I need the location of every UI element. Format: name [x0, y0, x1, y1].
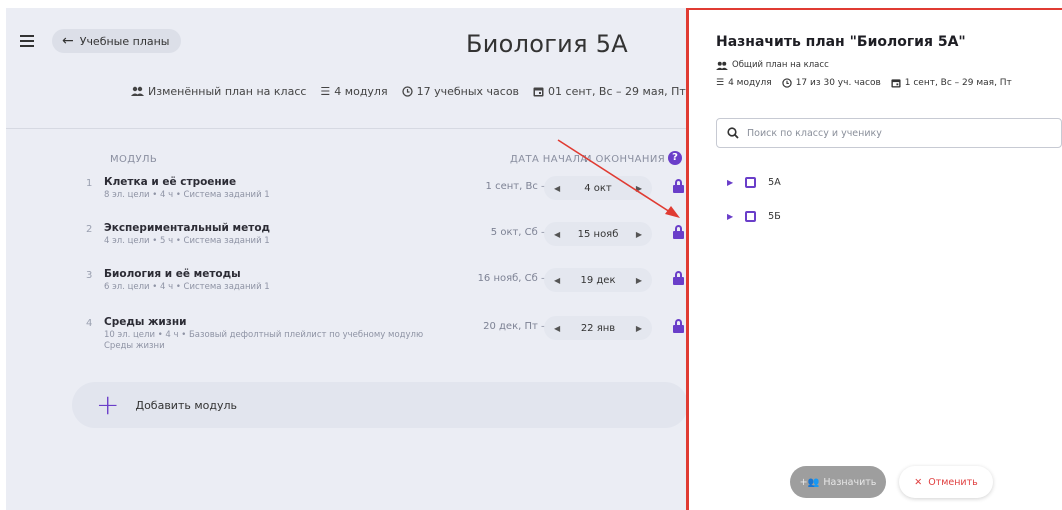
- module-number: 2: [86, 224, 93, 235]
- add-module-label: Добавить модуль: [135, 398, 237, 412]
- hours-count-label: 17 учебных часов: [416, 84, 520, 98]
- plan-type-label: Изменённый план на класс: [148, 84, 307, 98]
- module-details: 8 эл. цели • 4 ч • Система заданий 1: [104, 190, 270, 200]
- module-start-date: 16 нояб, Сб –: [477, 273, 546, 284]
- lock-icon[interactable]: [673, 319, 684, 333]
- class-label: 5А: [768, 176, 781, 188]
- lock-icon[interactable]: [673, 225, 684, 239]
- panel-modules: ☰ 4 модуля: [716, 78, 772, 88]
- help-icon[interactable]: ?: [668, 151, 682, 165]
- module-end-date: 22 янв: [580, 322, 616, 334]
- caret-left-icon[interactable]: ◀: [554, 324, 560, 333]
- module-row[interactable]: 1 Клетка и её строение 8 эл. цели • 4 ч …: [86, 176, 690, 214]
- panel-hours: 17 из 30 уч. часов: [782, 78, 881, 88]
- module-name: Экспериментальный метод: [104, 222, 271, 234]
- caret-left-icon[interactable]: ◀: [554, 184, 560, 193]
- caret-right-icon[interactable]: ▶: [636, 230, 642, 239]
- module-row[interactable]: 3 Биология и её методы 6 эл. цели • 4 ч …: [86, 268, 690, 306]
- assign-plan-panel: Назначить план "Биология 5А" Общий план …: [686, 8, 1062, 510]
- plan-dates: 01 сент, Вс – 29 мая, Пт: [533, 85, 686, 98]
- module-end-date-picker[interactable]: ◀ 15 нояб ▶: [544, 222, 652, 246]
- checkbox-icon[interactable]: [745, 176, 757, 188]
- panel-meta: ☰ 4 модуля 17 из 30 уч. часов 1 сент, Вс…: [716, 78, 1012, 88]
- plus-icon: +: [96, 388, 120, 421]
- module-end-date-picker[interactable]: ◀ 19 дек ▶: [544, 268, 652, 292]
- module-start-date: 1 сент, Вс –: [485, 181, 546, 192]
- modules-count: ☰ 4 модуля: [320, 85, 387, 98]
- panel-title: Назначить план "Биология 5А": [716, 34, 966, 50]
- module-number: 4: [86, 318, 93, 329]
- panel-subtitle-label: Общий план на класс: [732, 60, 829, 70]
- page-title: Биология 5А: [466, 30, 629, 58]
- lock-icon[interactable]: [673, 179, 684, 193]
- module-start-date: 5 окт, Сб –: [490, 227, 546, 238]
- close-icon: ✕: [914, 476, 923, 488]
- add-user-icon: +👥: [799, 476, 820, 488]
- panel-dates: 1 сент, Вс – 29 мая, Пт: [891, 78, 1012, 88]
- panel-hours-label: 17 из 30 уч. часов: [795, 78, 881, 88]
- module-details: 4 эл. цели • 5 ч • Система заданий 1: [104, 236, 270, 246]
- caret-right-icon[interactable]: ▶: [636, 184, 642, 193]
- column-header-start: ДАТА НАЧАЛА: [510, 154, 588, 165]
- hours-count: 17 учебных часов: [401, 84, 520, 98]
- clock-icon: [782, 78, 792, 88]
- module-row[interactable]: 2 Экспериментальный метод 4 эл. цели • 5…: [86, 222, 690, 260]
- plan-page-background: ← Учебные планы Биология 5А Изменённый п…: [6, 8, 690, 510]
- arrow-left-icon: ←: [62, 33, 74, 49]
- caret-right-icon[interactable]: ▶: [727, 212, 733, 221]
- module-details: 6 эл. цели • 4 ч • Система заданий 1: [104, 282, 270, 292]
- plan-type: Изменённый план на класс: [131, 85, 306, 98]
- panel-modules-label: 4 модуля: [728, 78, 772, 88]
- users-icon: [716, 61, 728, 70]
- module-start-date: 20 дек, Пт –: [483, 321, 546, 332]
- modules-count-label: 4 модуля: [334, 84, 388, 98]
- module-name: Среды жизни: [104, 316, 187, 328]
- class-label: 5Б: [768, 210, 781, 222]
- module-number: 1: [86, 178, 93, 189]
- module-name: Биология и её методы: [104, 268, 241, 280]
- caret-right-icon[interactable]: ▶: [727, 178, 733, 187]
- list-icon: ☰: [320, 84, 331, 98]
- class-tree-item[interactable]: ▶ 5А: [727, 174, 781, 190]
- module-end-date: 4 окт: [584, 182, 612, 194]
- add-module-button[interactable]: + Добавить модуль: [72, 382, 688, 428]
- module-name: Клетка и её строение: [104, 176, 237, 188]
- module-end-date: 15 нояб: [577, 228, 619, 240]
- caret-left-icon[interactable]: ◀: [554, 230, 560, 239]
- caret-right-icon[interactable]: ▶: [636, 276, 642, 285]
- panel-dates-label: 1 сент, Вс – 29 мая, Пт: [904, 78, 1012, 88]
- search-icon: [727, 127, 739, 139]
- column-header-module: МОДУЛЬ: [110, 154, 158, 165]
- plan-dates-label: 01 сент, Вс – 29 мая, Пт: [548, 84, 686, 98]
- calendar-icon: [891, 79, 901, 88]
- users-icon: [131, 86, 144, 96]
- caret-right-icon[interactable]: ▶: [636, 324, 642, 333]
- caret-left-icon[interactable]: ◀: [554, 276, 560, 285]
- list-icon: ☰: [716, 78, 725, 88]
- module-number: 3: [86, 270, 93, 281]
- plan-meta: Изменённый план на класс ☰ 4 модуля 17 у…: [131, 83, 690, 99]
- module-end-date: 19 дек: [580, 274, 616, 286]
- class-tree-item[interactable]: ▶ 5Б: [727, 208, 781, 224]
- divider: [6, 128, 690, 129]
- menu-icon[interactable]: [20, 35, 34, 47]
- checkbox-icon[interactable]: [745, 210, 757, 222]
- assign-label: Назначить: [823, 476, 877, 488]
- back-label: Учебные планы: [79, 34, 170, 48]
- calendar-icon: [533, 87, 544, 96]
- assign-button[interactable]: +👥 Назначить: [790, 466, 886, 498]
- cancel-label: Отменить: [928, 476, 978, 488]
- module-end-date-picker[interactable]: ◀ 22 янв ▶: [544, 316, 652, 340]
- back-to-plans-button[interactable]: ← Учебные планы: [52, 29, 182, 53]
- module-details: 10 эл. цели • 4 ч • Базовый дефолтный пл…: [104, 330, 424, 351]
- module-end-date-picker[interactable]: ◀ 4 окт ▶: [544, 176, 652, 200]
- search-input[interactable]: [747, 127, 1047, 139]
- column-header-end: И ОКОНЧАНИЯ: [584, 154, 666, 165]
- lock-icon[interactable]: [673, 271, 684, 285]
- module-row[interactable]: 4 Среды жизни 10 эл. цели • 4 ч • Базовы…: [86, 316, 690, 366]
- cancel-button[interactable]: ✕ Отменить: [899, 466, 993, 498]
- clock-icon: [401, 85, 413, 97]
- search-field[interactable]: [716, 118, 1062, 148]
- panel-subtitle: Общий план на класс: [716, 60, 829, 70]
